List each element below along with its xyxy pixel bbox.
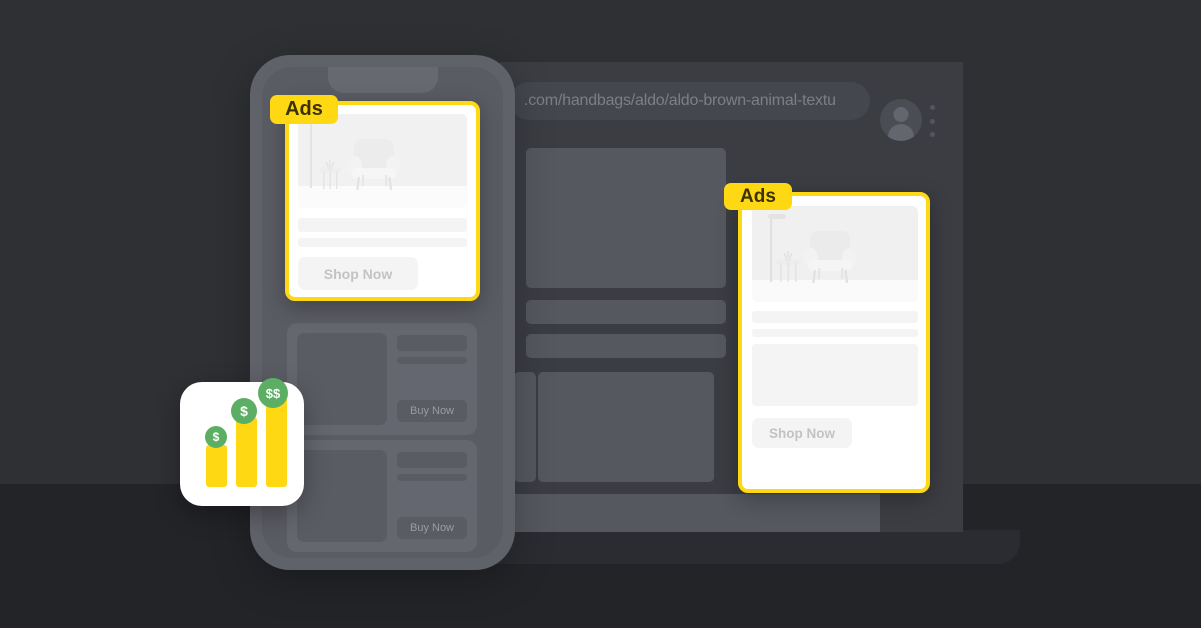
armchair-illustration bbox=[298, 114, 467, 208]
dollar-coin-medium-label: $ bbox=[240, 403, 248, 419]
dollar-coin-medium-icon: $ bbox=[231, 398, 257, 424]
phone-product-thumbnail bbox=[297, 333, 387, 425]
dollar-coin-small-icon: $ bbox=[205, 426, 227, 448]
mobile-ad-image bbox=[298, 114, 467, 208]
phone-product-sub-line bbox=[397, 474, 467, 481]
phone-product-sub-line bbox=[397, 357, 467, 364]
growth-bar-3 bbox=[266, 398, 287, 487]
phone-product-card[interactable]: Buy Now bbox=[287, 323, 477, 435]
dollar-coin-large-icon: $$ bbox=[258, 378, 288, 408]
dollar-coin-small-label: $ bbox=[212, 430, 220, 444]
address-bar[interactable]: .com/handbags/aldo/aldo-brown-animal-tex… bbox=[510, 82, 870, 120]
desktop-ad-badge: Ads bbox=[724, 183, 792, 210]
mobile-ad-badge-label: Ads bbox=[285, 98, 323, 120]
laptop-base bbox=[455, 530, 1020, 564]
desktop-ad-badge-label: Ads bbox=[740, 185, 776, 207]
page-hero-block bbox=[526, 148, 726, 288]
dollar-coin-large-label: $$ bbox=[265, 385, 281, 401]
avatar-head-shape bbox=[893, 107, 909, 122]
mobile-ad-cta-label: Shop Now bbox=[323, 265, 393, 282]
growth-bar-2 bbox=[236, 417, 257, 487]
phone-buy-now-button[interactable]: Buy Now bbox=[397, 517, 467, 539]
address-bar-url: .com/handbags/aldo/aldo-brown-animal-tex… bbox=[524, 92, 836, 109]
phone-buy-now-label: Buy Now bbox=[409, 405, 455, 417]
phone-notch bbox=[327, 67, 438, 93]
phone-product-title-line bbox=[397, 335, 467, 351]
page-text-line bbox=[526, 334, 726, 358]
phone-buy-now-label: Buy Now bbox=[409, 522, 455, 534]
browser-menu-icon[interactable] bbox=[929, 105, 935, 137]
desktop-ad-image bbox=[752, 206, 918, 302]
phone-product-title-line bbox=[397, 452, 467, 468]
mobile-ad-badge: Ads bbox=[270, 95, 338, 124]
mobile-ad-text-line bbox=[298, 238, 467, 247]
desktop-ad-card[interactable]: Shop Now bbox=[738, 192, 930, 493]
profile-avatar[interactable] bbox=[880, 99, 922, 141]
page-text-line bbox=[526, 300, 726, 324]
desktop-ad-text-line bbox=[752, 311, 918, 323]
desktop-ad-shop-now-button[interactable]: Shop Now bbox=[752, 418, 852, 448]
growth-bar-1 bbox=[206, 445, 227, 487]
revenue-growth-icon: $ $ $$ bbox=[180, 378, 304, 506]
page-side-block bbox=[514, 372, 536, 482]
page-footer-block bbox=[500, 494, 880, 532]
armchair-illustration bbox=[752, 206, 918, 302]
desktop-ad-cta-label: Shop Now bbox=[769, 425, 835, 441]
mobile-ad-text-line bbox=[298, 218, 467, 232]
mobile-ad-card[interactable]: Shop Now bbox=[285, 101, 480, 301]
phone-product-card[interactable]: Buy Now bbox=[287, 440, 477, 552]
page-main-block bbox=[538, 372, 714, 482]
avatar-body-shape bbox=[888, 124, 914, 141]
desktop-ad-body-block bbox=[752, 344, 918, 406]
phone-buy-now-button[interactable]: Buy Now bbox=[397, 400, 467, 422]
mobile-ad-shop-now-button[interactable]: Shop Now bbox=[298, 257, 418, 290]
desktop-ad-text-line bbox=[752, 329, 918, 337]
phone-product-thumbnail bbox=[297, 450, 387, 542]
